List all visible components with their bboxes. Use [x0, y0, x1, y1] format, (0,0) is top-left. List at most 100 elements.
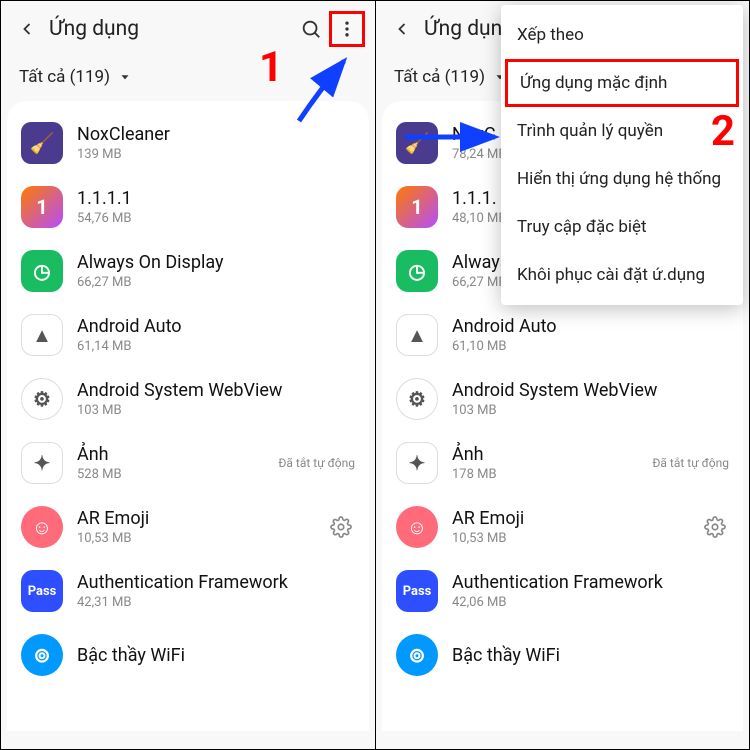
app-name: Always On Display: [77, 252, 355, 273]
chevron-down-icon: [118, 70, 132, 84]
app-size: 66,27 MB: [77, 275, 355, 290]
app-status: Đã tắt tự động: [652, 456, 729, 470]
app-icon: ◷: [21, 250, 63, 292]
app-row[interactable]: ☺ AR Emoji 10,53 MB: [382, 495, 743, 559]
app-row[interactable]: ⊚ Bậc thầy WiFi: [7, 623, 369, 687]
app-size: 103 MB: [452, 403, 729, 418]
app-row[interactable]: ✦ Ảnh 178 MBĐã tắt tự động: [382, 431, 743, 495]
app-text: Android System WebView103 MB: [452, 380, 729, 418]
app-name: Ảnh: [452, 444, 652, 465]
app-text: Authentication Framework 42,31 MB: [77, 572, 355, 610]
menu-item[interactable]: Trình quản lý quyền: [501, 107, 743, 155]
app-size: 42,06 MB: [452, 595, 729, 610]
app-name: Bậc thầy WiFi: [77, 645, 355, 666]
app-text: Bậc thầy WiFi: [77, 645, 355, 666]
app-icon: 🧹: [21, 122, 63, 164]
app-text: AR Emoji 10,53 MB: [452, 508, 701, 546]
app-text: Authentication Framework 42,06 MB: [452, 572, 729, 610]
search-icon[interactable]: [293, 11, 329, 47]
app-list: 🧹NoxCleaner139 MB11.1.1.154,76 MB◷Always…: [7, 101, 369, 731]
app-size: 178 MB: [452, 467, 652, 482]
app-name: Ảnh: [77, 444, 278, 465]
app-icon: ▲: [396, 314, 438, 356]
app-row[interactable]: ◷ Always On Display 66,27 MB: [7, 239, 369, 303]
app-icon: ⚙: [21, 378, 63, 420]
app-icon: 1: [396, 186, 438, 228]
app-name: Authentication Framework: [77, 572, 355, 593]
app-row[interactable]: ▲ Android Auto 61,14 MB: [7, 303, 369, 367]
app-icon: ⚙: [396, 378, 438, 420]
app-row[interactable]: ▲ Android Auto 61,10 MB: [382, 303, 743, 367]
app-size: 61,14 MB: [77, 339, 355, 354]
app-icon: ⊚: [21, 634, 63, 676]
app-text: Bậc thầy WiFi: [452, 645, 729, 666]
gear-icon[interactable]: [327, 513, 355, 541]
app-text: Always On Display 66,27 MB: [77, 252, 355, 290]
app-text: Ảnh 178 MB: [452, 444, 652, 482]
app-icon: ☺: [21, 506, 63, 548]
menu-item[interactable]: Truy cập đặc biệt: [501, 203, 743, 251]
app-name: Android System WebView: [77, 380, 355, 401]
app-row[interactable]: ✦ Ảnh 528 MBĐã tắt tự động: [7, 431, 369, 495]
app-name: Bậc thầy WiFi: [452, 645, 729, 666]
panel-step-1: Ứng dụng Tất cả (119) 🧹NoxCleaner139 MB1…: [1, 1, 375, 749]
app-row[interactable]: ⊚ Bậc thầy WiFi: [382, 623, 743, 687]
step-number-2: 2: [711, 107, 735, 156]
app-name: AR Emoji: [77, 508, 327, 529]
panel-step-2: Ứng dụng Tất cả (119) 🧹NoxC78,24 MB11.1.…: [375, 1, 749, 749]
filter-dropdown[interactable]: Tất cả (119): [19, 67, 132, 87]
app-text: Android Auto 61,10 MB: [452, 316, 729, 354]
app-icon: ✦: [21, 442, 63, 484]
app-row[interactable]: 1 1.1.1.1 54,76 MB: [7, 175, 369, 239]
app-name: Authentication Framework: [452, 572, 729, 593]
app-row[interactable]: Pass Authentication Framework 42,06 MB: [382, 559, 743, 623]
app-size: 103 MB: [77, 403, 355, 418]
filter-label: Tất cả (119): [19, 67, 110, 87]
app-icon: ☺: [396, 506, 438, 548]
menu-item[interactable]: Hiển thị ứng dụng hệ thống: [501, 155, 743, 203]
app-size: 10,53 MB: [452, 531, 701, 546]
app-name: Android Auto: [452, 316, 729, 337]
overflow-menu: Xếp theoỨng dụng mặc địnhTrình quản lý q…: [501, 5, 743, 305]
app-name: Android Auto: [77, 316, 355, 337]
page-title: Ứng dụng: [43, 17, 293, 41]
app-text: Android System WebView 103 MB: [77, 380, 355, 418]
app-text: Ảnh 528 MB: [77, 444, 278, 482]
app-name: 1.1.1.1: [77, 188, 355, 209]
app-text: Android Auto 61,14 MB: [77, 316, 355, 354]
app-icon: ⊚: [396, 634, 438, 676]
menu-item[interactable]: Khôi phục cài đặt ứ.dụng: [501, 251, 743, 299]
app-status: Đã tắt tự động: [278, 456, 355, 470]
app-text: AR Emoji 10,53 MB: [77, 508, 327, 546]
app-text: 1.1.1.1 54,76 MB: [77, 188, 355, 226]
app-row[interactable]: ☺ AR Emoji 10,53 MB: [7, 495, 369, 559]
app-icon: Pass: [21, 570, 63, 612]
app-icon: Pass: [396, 570, 438, 612]
back-button[interactable]: [11, 13, 43, 45]
annotation-arrow-2: [400, 117, 510, 157]
more-options-icon[interactable]: [329, 11, 365, 47]
filter-label: Tất cả (119): [394, 67, 485, 87]
app-icon: ✦: [396, 442, 438, 484]
header: Ứng dụng: [1, 1, 375, 57]
app-size: 54,76 MB: [77, 211, 355, 226]
annotation-arrow-1: [289, 51, 359, 131]
app-row[interactable]: ⚙ Android System WebView103 MB: [382, 367, 743, 431]
app-row[interactable]: Pass Authentication Framework 42,31 MB: [7, 559, 369, 623]
app-icon: 1: [21, 186, 63, 228]
app-size: 61,10 MB: [452, 339, 729, 354]
app-icon: ▲: [21, 314, 63, 356]
app-size: 42,31 MB: [77, 595, 355, 610]
app-size: 10,53 MB: [77, 531, 327, 546]
menu-item[interactable]: Xếp theo: [501, 11, 743, 59]
filter-dropdown[interactable]: Tất cả (119): [394, 67, 507, 87]
app-size: 528 MB: [77, 467, 278, 482]
step-number-1: 1: [259, 43, 283, 92]
gear-icon[interactable]: [701, 513, 729, 541]
menu-item[interactable]: Ứng dụng mặc định: [505, 59, 739, 107]
app-name: AR Emoji: [452, 508, 701, 529]
app-icon: ◷: [396, 250, 438, 292]
app-size: 139 MB: [77, 147, 355, 162]
back-button[interactable]: [386, 13, 418, 45]
app-row[interactable]: ⚙ Android System WebView 103 MB: [7, 367, 369, 431]
